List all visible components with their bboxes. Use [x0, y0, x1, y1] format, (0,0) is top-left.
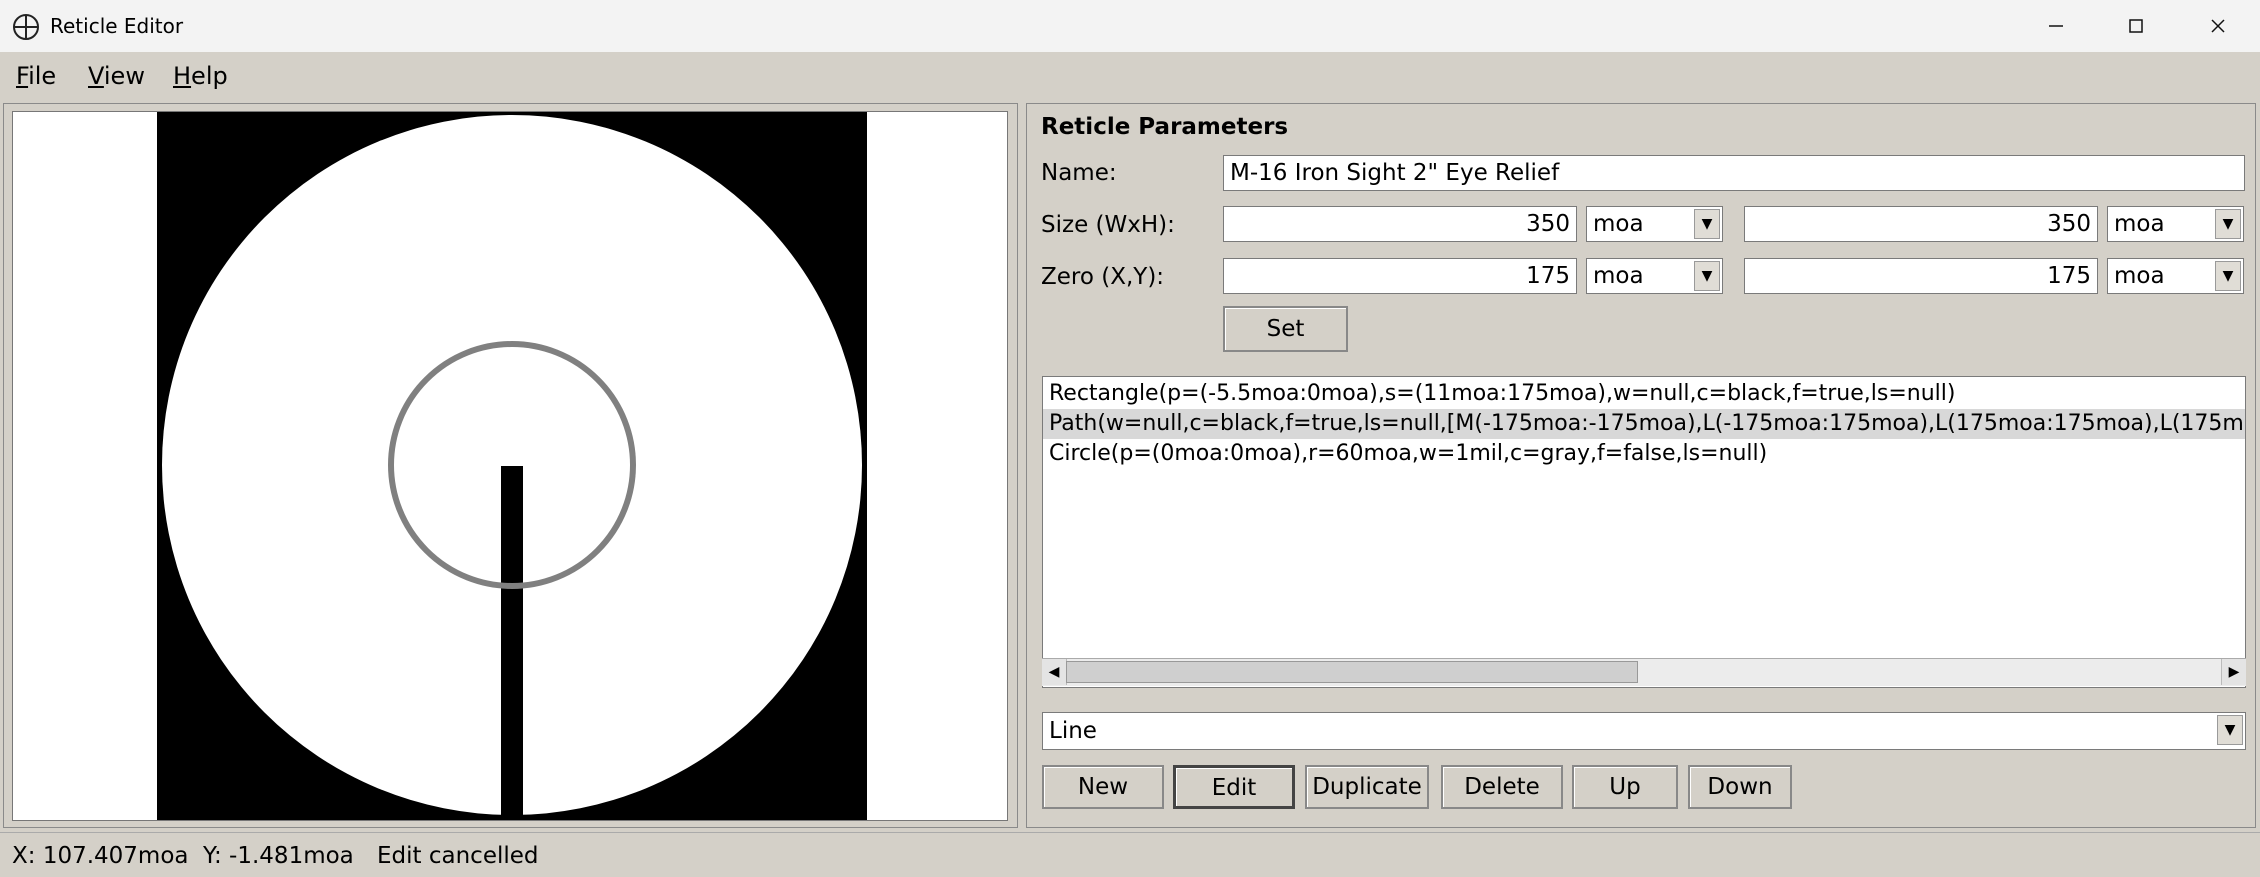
reticle-post-rectangle — [501, 466, 523, 820]
element-type-select[interactable]: Line ▼ — [1042, 712, 2246, 750]
menu-bar: File View Help — [0, 52, 2260, 100]
scroll-right-icon[interactable]: ▶ — [2221, 659, 2246, 685]
list-item[interactable]: Circle(p=(0moa:0moa),r=60moa,w=1mil,c=gr… — [1043, 439, 2245, 469]
close-icon — [2211, 19, 2225, 33]
zero-y-unit-select[interactable]: moa ▼ — [2107, 258, 2244, 294]
minimize-icon — [2049, 25, 2063, 27]
reticle-preview-canvas[interactable] — [12, 111, 1008, 821]
size-height-unit-select[interactable]: moa ▼ — [2107, 206, 2244, 242]
size-height-input[interactable]: 350 — [1744, 206, 2098, 242]
status-message: Edit cancelled — [377, 843, 539, 869]
menu-view[interactable]: View — [88, 62, 145, 90]
window-title: Reticle Editor — [50, 14, 184, 38]
set-button[interactable]: Set — [1223, 306, 1348, 352]
zero-label: Zero (X,Y): — [1041, 264, 1165, 290]
delete-button[interactable]: Delete — [1441, 765, 1563, 809]
size-width-input[interactable]: 350 — [1223, 206, 1577, 242]
zero-x-unit-select[interactable]: moa ▼ — [1586, 258, 1723, 294]
size-width-unit-select[interactable]: moa ▼ — [1586, 206, 1723, 242]
list-item[interactable]: Rectangle(p=(-5.5moa:0moa),s=(11moa:175m… — [1043, 379, 2245, 409]
status-bar: X: 107.407moa Y: -1.481moa Edit cancelle… — [0, 832, 2260, 877]
scroll-left-icon[interactable]: ◀ — [1042, 659, 1067, 685]
horizontal-scrollbar[interactable]: ◀ ▶ — [1042, 658, 2246, 686]
parameters-heading: Reticle Parameters — [1041, 114, 1289, 140]
element-list[interactable]: Rectangle(p=(-5.5moa:0moa),s=(11moa:175m… — [1042, 376, 2246, 688]
maximize-button[interactable] — [2096, 0, 2176, 52]
chevron-down-icon: ▼ — [1694, 261, 1720, 291]
menu-help[interactable]: Help — [173, 62, 228, 90]
zero-x-input[interactable]: 175 — [1223, 258, 1577, 294]
size-label: Size (WxH): — [1041, 212, 1175, 238]
close-button[interactable] — [2178, 0, 2258, 52]
scrollbar-thumb[interactable] — [1066, 661, 1638, 683]
chevron-down-icon: ▼ — [1694, 209, 1720, 239]
reticle-preview-svg — [13, 112, 1007, 820]
status-x-coordinate: X: 107.407moa — [12, 843, 189, 869]
new-button[interactable]: New — [1042, 765, 1164, 809]
status-y-coordinate: Y: -1.481moa — [203, 843, 354, 869]
chevron-down-icon: ▼ — [2215, 261, 2241, 291]
menu-file[interactable]: File — [16, 62, 56, 90]
name-input[interactable]: M-16 Iron Sight 2" Eye Relief — [1223, 155, 2245, 191]
list-item-selected[interactable]: Path(w=null,c=black,f=true,ls=null,[M(-1… — [1043, 409, 2245, 439]
down-button[interactable]: Down — [1688, 765, 1792, 809]
chevron-down-icon: ▼ — [2217, 715, 2243, 745]
minimize-button[interactable] — [2016, 0, 2096, 52]
name-label: Name: — [1041, 160, 1117, 186]
maximize-icon — [2129, 19, 2143, 33]
reticle-crosshair-icon — [13, 14, 39, 40]
edit-button[interactable]: Edit — [1173, 765, 1295, 809]
chevron-down-icon: ▼ — [2215, 209, 2241, 239]
title-bar: Reticle Editor — [0, 0, 2260, 52]
duplicate-button[interactable]: Duplicate — [1305, 765, 1429, 809]
zero-y-input[interactable]: 175 — [1744, 258, 2098, 294]
up-button[interactable]: Up — [1572, 765, 1678, 809]
